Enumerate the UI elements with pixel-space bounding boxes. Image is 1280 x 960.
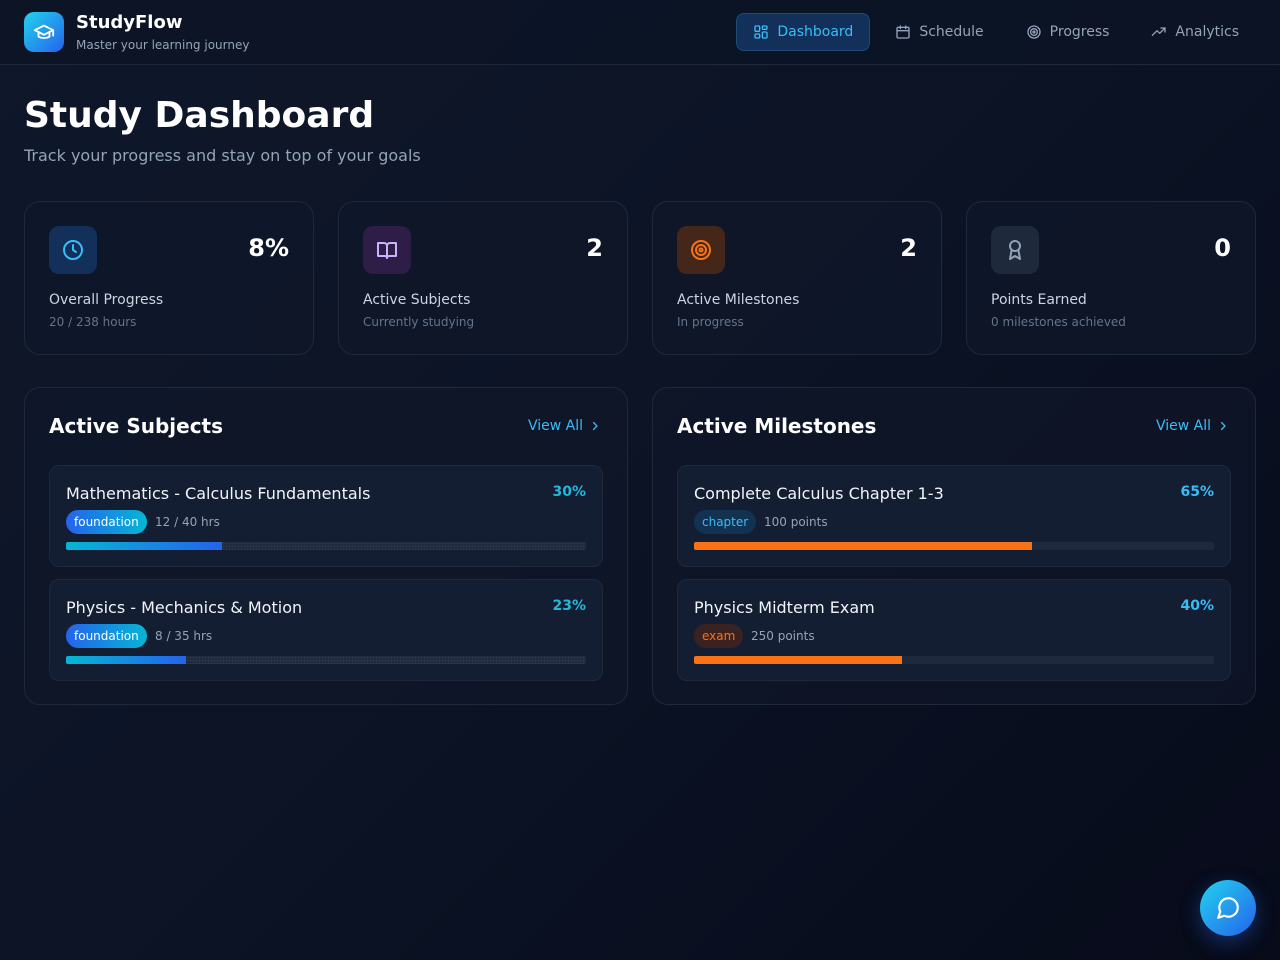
- subject-hours: 8 / 35 hrs: [155, 629, 213, 643]
- page-subtitle: Track your progress and stay on top of y…: [24, 146, 421, 165]
- panel-title: Active Milestones: [677, 414, 877, 438]
- subject-hours: 12 / 40 hrs: [155, 515, 220, 529]
- stat-value: 0: [1214, 234, 1231, 262]
- subject-title: Mathematics - Calculus Fundamentals: [66, 484, 371, 503]
- view-all-subjects-link[interactable]: View All: [528, 418, 601, 434]
- stat-card-active-subjects: 2 Active Subjects Currently studying: [338, 201, 628, 355]
- subject-item[interactable]: Mathematics - Calculus Fundamentals 30% …: [49, 465, 603, 567]
- stat-sub: 0 milestones achieved: [991, 315, 1126, 329]
- stat-card-points-earned: 0 Points Earned 0 milestones achieved: [966, 201, 1256, 355]
- target-icon: [1027, 25, 1041, 39]
- progress-bar: [694, 542, 1214, 550]
- chat-button[interactable]: [1200, 880, 1256, 936]
- app-name: StudyFlow: [76, 12, 183, 33]
- view-all-milestones-link[interactable]: View All: [1156, 418, 1229, 434]
- clock-icon: [63, 240, 83, 260]
- chevron-right-icon: [1220, 421, 1226, 431]
- milestone-tag: exam: [694, 624, 744, 648]
- stat-card-active-milestones: 2 Active Milestones In progress: [652, 201, 942, 355]
- panel-title: Active Subjects: [49, 414, 224, 438]
- progress-fill: [66, 542, 222, 550]
- progress-bar: [66, 656, 586, 664]
- stat-icon-wrap: [677, 226, 725, 274]
- chevron-right-icon: [592, 421, 598, 431]
- stat-label: Overall Progress: [49, 292, 164, 308]
- progress-fill: [694, 656, 902, 664]
- stat-sub: 20 / 238 hours: [49, 315, 137, 329]
- milestone-points: 250 points: [751, 629, 815, 643]
- milestone-points: 100 points: [764, 515, 828, 529]
- nav-analytics-label: Analytics: [1175, 24, 1239, 40]
- target-icon: [691, 240, 711, 260]
- graduation-cap-icon: [33, 24, 55, 39]
- nav-dashboard[interactable]: Dashboard: [736, 13, 871, 51]
- milestone-percent: 65%: [1180, 484, 1214, 500]
- stat-value: 8%: [248, 234, 289, 262]
- stat-icon-wrap: [49, 226, 97, 274]
- stat-sub: In progress: [677, 315, 744, 329]
- active-milestones-panel: Active Milestones View All Complete Calc…: [652, 387, 1256, 705]
- progress-bar: [694, 656, 1214, 664]
- stat-icon-wrap: [991, 226, 1039, 274]
- nav-schedule[interactable]: Schedule: [878, 13, 1000, 51]
- milestone-percent: 40%: [1180, 598, 1214, 614]
- progress-fill: [66, 656, 186, 664]
- nav-progress[interactable]: Progress: [1009, 13, 1127, 51]
- subject-percent: 30%: [552, 484, 586, 500]
- nav-schedule-label: Schedule: [919, 24, 984, 40]
- milestone-title: Complete Calculus Chapter 1-3: [694, 484, 944, 503]
- milestone-item[interactable]: Complete Calculus Chapter 1-3 65% chapte…: [677, 465, 1231, 567]
- active-subjects-panel: Active Subjects View All Mathematics - C…: [24, 387, 628, 705]
- subject-item[interactable]: Physics - Mechanics & Motion 23% foundat…: [49, 579, 603, 681]
- book-icon: [377, 242, 397, 259]
- stat-value: 2: [900, 234, 917, 262]
- progress-bar: [66, 542, 586, 550]
- trending-up-icon: [1152, 27, 1167, 36]
- stat-label: Active Subjects: [363, 292, 471, 308]
- subject-percent: 23%: [552, 598, 586, 614]
- page-title: Study Dashboard: [24, 95, 375, 136]
- nav-dashboard-label: Dashboard: [777, 24, 854, 40]
- nav-progress-label: Progress: [1049, 24, 1110, 40]
- stat-card-overall-progress: 8% Overall Progress 20 / 238 hours: [24, 201, 314, 355]
- stat-label: Active Milestones: [677, 292, 800, 308]
- chat-bubble-icon: [1217, 897, 1239, 919]
- milestone-tag: chapter: [694, 510, 757, 534]
- progress-fill: [694, 542, 1032, 550]
- award-icon: [1009, 240, 1021, 260]
- milestone-title: Physics Midterm Exam: [694, 598, 875, 617]
- calendar-icon: [896, 25, 910, 39]
- stat-value: 2: [586, 234, 603, 262]
- view-all-label: View All: [1155, 418, 1211, 434]
- subject-title: Physics - Mechanics & Motion: [66, 598, 303, 617]
- stat-icon-wrap: [363, 226, 411, 274]
- app-tagline: Master your learning journey: [76, 38, 250, 52]
- subject-tag: foundation: [66, 510, 147, 534]
- stat-sub: Currently studying: [363, 315, 475, 329]
- logo[interactable]: [24, 12, 64, 52]
- stat-label: Points Earned: [991, 292, 1087, 308]
- grid-icon: [754, 25, 769, 39]
- main-nav: Dashboard Schedule Progress Analytics: [736, 13, 1256, 51]
- subject-tag: foundation: [66, 624, 147, 648]
- top-bar: StudyFlow Master your learning journey D…: [0, 0, 1280, 65]
- milestone-item[interactable]: Physics Midterm Exam 40% exam 250 points: [677, 579, 1231, 681]
- view-all-label: View All: [527, 418, 583, 434]
- nav-analytics[interactable]: Analytics: [1134, 13, 1256, 51]
